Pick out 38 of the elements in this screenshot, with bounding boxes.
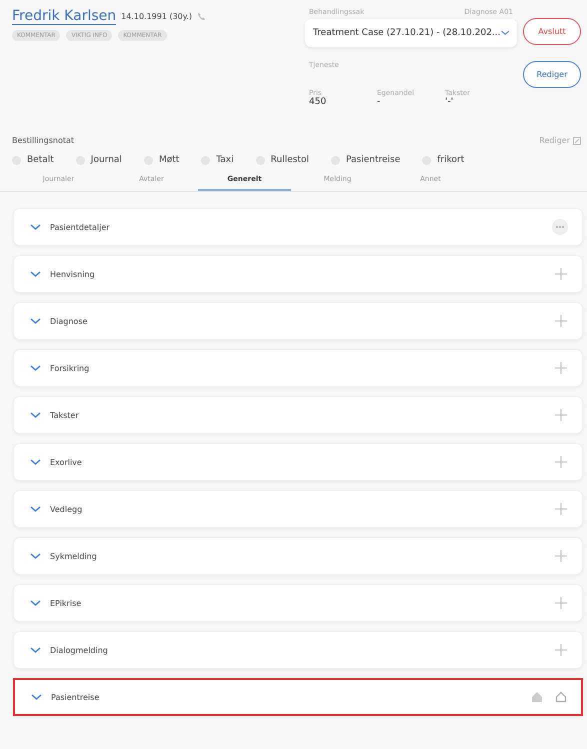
section-panel[interactable]: Pasientreise	[13, 678, 583, 716]
section-panel[interactable]: Pasientdetaljer	[13, 208, 583, 246]
checkbox-label: frikort	[437, 155, 464, 165]
close-button[interactable]: Avslutt	[523, 18, 581, 45]
section-panel[interactable]: EPikrise	[13, 584, 583, 622]
section-title: Henvisning	[50, 270, 95, 278]
section-panel[interactable]: Forsikring	[13, 349, 583, 387]
checkbox-label: Møtt	[158, 155, 180, 165]
note-label: Bestillingsnotat	[12, 136, 76, 145]
section-panel[interactable]: Diagnose	[13, 302, 583, 340]
section-title: Dialogmelding	[50, 646, 108, 654]
section-title: Sykmelding	[50, 552, 97, 560]
section-panel[interactable]: Vedlegg	[13, 490, 583, 528]
checkbox-label: Taxi	[216, 155, 234, 165]
section-title: Pasientreise	[51, 692, 100, 702]
section-panel[interactable]: Exorlive	[13, 443, 583, 481]
price-value: '-'	[445, 97, 454, 107]
patient-name[interactable]: Fredrik Karlsen	[12, 8, 116, 25]
section-title: Diagnose	[50, 316, 88, 326]
section-title: Pasientdetaljer	[50, 222, 110, 232]
section-title: Takster	[50, 410, 79, 420]
edit-button[interactable]: Rediger	[523, 61, 581, 88]
price-value: 450	[309, 97, 328, 107]
section-panel[interactable]: Dialogmelding	[13, 631, 583, 669]
section-panel[interactable]: Takster	[13, 396, 583, 434]
section-title: Vedlegg	[50, 504, 82, 514]
section-title: Forsikring	[50, 364, 90, 372]
section-title: Exorlive	[50, 458, 82, 466]
checkbox-label: Pasientreise	[346, 155, 400, 165]
checkbox-label: Rullestol	[270, 155, 309, 165]
case-select[interactable]: Treatment Case (27.10.21) - (28.10.202...	[305, 19, 517, 47]
section-panel[interactable]: Henvisning	[13, 255, 583, 293]
checkbox-label: Journal	[90, 155, 122, 165]
section-panel[interactable]: Sykmelding	[13, 537, 583, 575]
birth-date: 14.10.1991 (30y.)	[121, 12, 192, 21]
price-value: -	[377, 97, 382, 107]
section-title: EPikrise	[50, 598, 82, 608]
checkbox-label: Betalt	[27, 155, 54, 165]
